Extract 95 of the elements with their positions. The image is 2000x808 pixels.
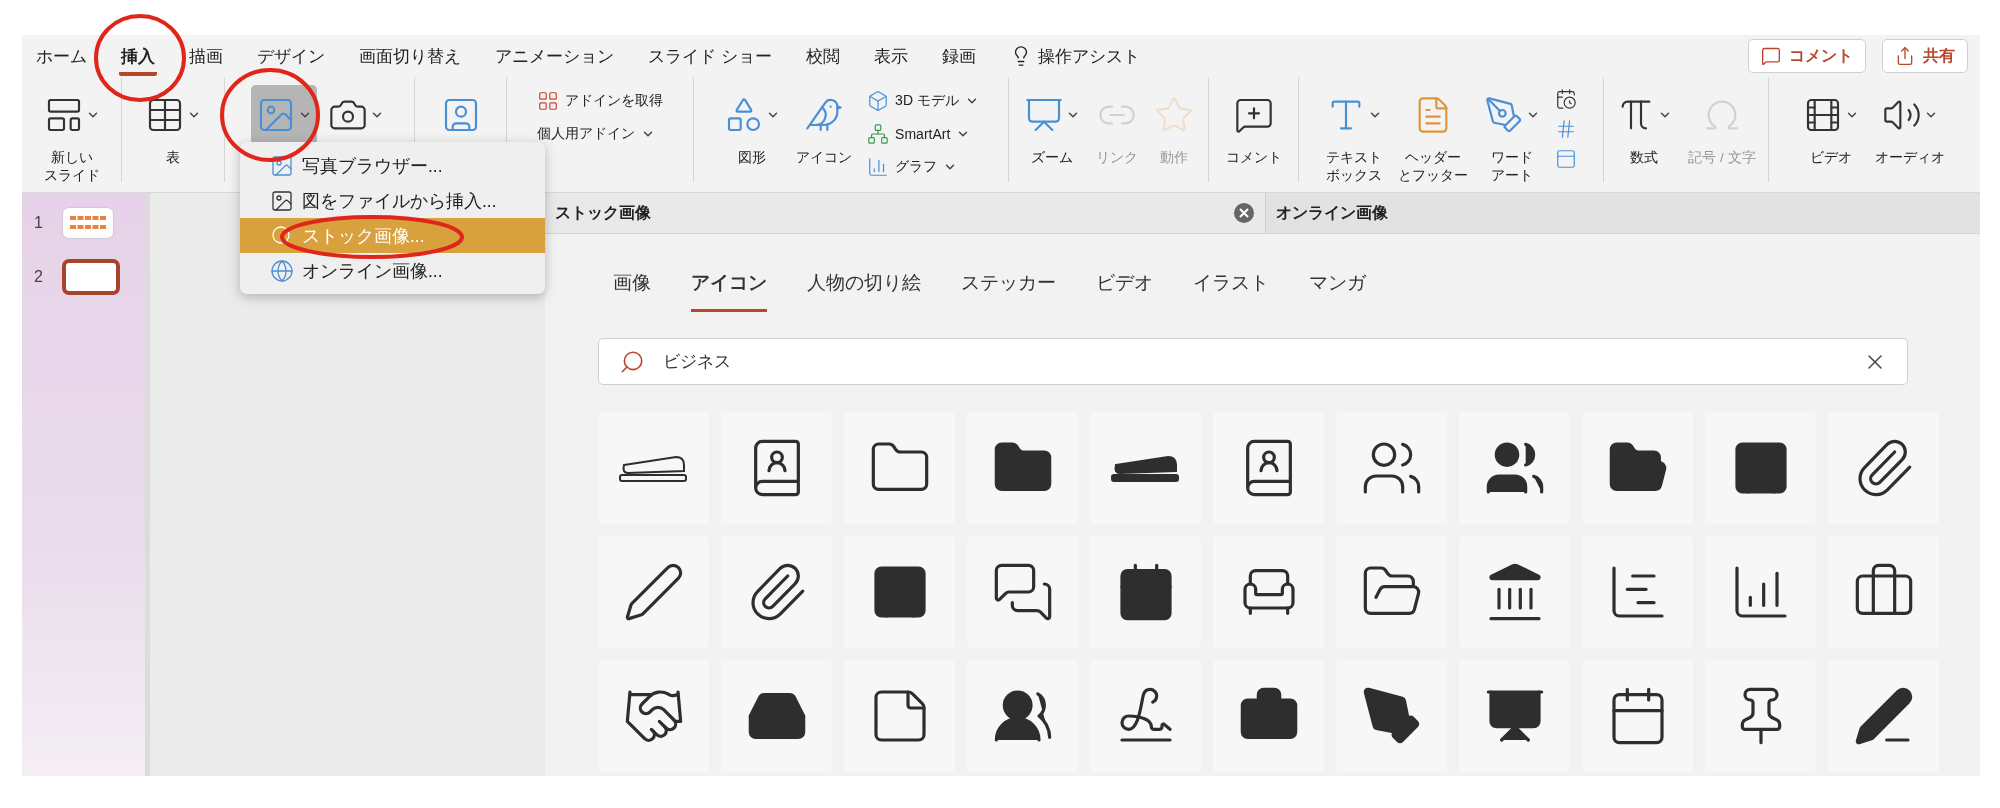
menu-tab[interactable]: ホーム [34, 36, 89, 76]
get-add-ins-button[interactable]: アドインを取得 [533, 85, 667, 116]
smartart-button[interactable]: SmartArt [863, 118, 983, 149]
icon-result[interactable] [1213, 412, 1324, 524]
equation-button[interactable]: 数式 [1611, 85, 1678, 169]
icon-result[interactable] [1828, 412, 1939, 524]
menu-tab[interactable]: 描画 [187, 36, 225, 76]
menu-tab[interactable]: 挿入 [119, 36, 157, 76]
add-in-icon [537, 89, 559, 112]
icon-result[interactable] [1090, 536, 1201, 648]
icon-result[interactable] [1459, 412, 1570, 524]
menu-item[interactable]: 写真ブラウザー... [240, 148, 545, 183]
menu-item[interactable]: 図をファイルから挿入... [240, 183, 545, 218]
icon-result[interactable] [967, 660, 1078, 772]
icon-result[interactable] [1828, 660, 1939, 772]
new-slide-button[interactable]: 新しい スライド [38, 85, 105, 187]
icon-result[interactable] [1336, 412, 1447, 524]
menu-tab[interactable]: 表示 [871, 36, 910, 76]
icon-result[interactable] [1705, 412, 1816, 524]
category-tab[interactable]: ステッカー [961, 260, 1056, 312]
icon-result[interactable] [1213, 660, 1324, 772]
video-button[interactable]: ビデオ [1798, 85, 1864, 169]
3d-models-button[interactable]: 3D モデル [863, 85, 983, 116]
icon-result[interactable] [967, 536, 1078, 648]
category-tab[interactable]: 画像 [613, 260, 651, 312]
icon-result[interactable] [1582, 536, 1693, 648]
speech-bubble-icon [1761, 46, 1781, 66]
icon-result[interactable] [1336, 660, 1447, 772]
icon-result[interactable] [1336, 536, 1447, 648]
word-art-button[interactable]: ワード アート [1479, 85, 1545, 187]
icon-result[interactable] [1705, 536, 1816, 648]
picture-file-icon [270, 188, 294, 213]
share-icon [1895, 46, 1915, 66]
chart-button[interactable]: グラフ [863, 151, 983, 182]
slide-number: 2 [34, 268, 44, 286]
category-tab[interactable]: マンガ [1309, 260, 1366, 312]
comment-button[interactable]: コメント [1748, 39, 1866, 73]
menu-tab[interactable]: 録画 [939, 36, 978, 76]
icon-result[interactable] [721, 412, 832, 524]
online-picture-icon [270, 258, 294, 283]
slide-content-drawing [68, 214, 108, 232]
icon-result[interactable] [1459, 536, 1570, 648]
table-button[interactable]: 表 [140, 85, 206, 169]
my-add-ins-button[interactable]: 個人用アドイン [533, 118, 667, 149]
menu-tab[interactable]: アニメーション [493, 36, 616, 76]
icon-result[interactable] [1828, 536, 1939, 648]
menu-tab[interactable]: スライド ショー [646, 36, 774, 76]
calendar-clock-icon [1555, 88, 1577, 110]
icon-result[interactable] [1090, 412, 1201, 524]
close-icon[interactable] [1233, 202, 1255, 224]
zoom-button[interactable]: ズーム [1018, 85, 1085, 169]
icon-result[interactable] [1705, 660, 1816, 772]
audio-button[interactable]: オーディオ [1870, 85, 1950, 169]
pane-tab[interactable]: オンライン画像 [1265, 193, 1980, 234]
icon-result[interactable] [844, 536, 955, 648]
icon-result[interactable] [1582, 660, 1693, 772]
tell-me-button[interactable]: 操作アシスト [1007, 36, 1142, 76]
slide-number: 1 [34, 214, 44, 232]
chart-icon [867, 155, 890, 178]
menu-tab[interactable]: 校閲 [803, 36, 842, 76]
icon-result[interactable] [721, 660, 832, 772]
smartart-icon [867, 122, 890, 145]
search-field[interactable]: ビジネス [598, 338, 1908, 385]
menu-item[interactable]: オンライン画像... [240, 253, 545, 288]
text-box-button[interactable]: テキスト ボックス [1321, 85, 1387, 187]
menu-tab[interactable]: デザイン [255, 36, 327, 76]
object-icon [1555, 148, 1577, 170]
pane-tab[interactable]: ストック画像 [545, 193, 1265, 234]
icon-result[interactable] [1582, 412, 1693, 524]
category-tab[interactable]: イラスト [1193, 260, 1269, 312]
category-tab[interactable]: ビデオ [1096, 260, 1153, 312]
comment-button[interactable]: コメント [1220, 85, 1287, 169]
share-button[interactable]: 共有 [1882, 39, 1968, 73]
icon-result[interactable] [721, 536, 832, 648]
picture-icon [270, 153, 294, 178]
header-footer-button[interactable]: ヘッダー とフッター [1393, 85, 1473, 187]
icon-result[interactable] [844, 412, 955, 524]
slide-number-icon [1555, 118, 1577, 140]
icon-result[interactable] [598, 536, 709, 648]
icon-result[interactable] [844, 660, 955, 772]
category-tab[interactable]: アイコン [691, 260, 767, 312]
icon-result[interactable] [598, 660, 709, 772]
picture-button[interactable] [250, 85, 317, 145]
icon-result[interactable] [967, 412, 1078, 524]
menu-tab[interactable]: 画面切り替え [357, 36, 463, 76]
slide-thumbnail[interactable] [62, 259, 120, 295]
icon-result[interactable] [1459, 660, 1570, 772]
cube-icon [867, 89, 890, 112]
icon-result[interactable] [1090, 660, 1201, 772]
shapes-button[interactable]: 図形 [719, 85, 786, 169]
icon-result[interactable] [598, 412, 709, 524]
category-tab[interactable]: 人物の切り絵 [807, 260, 921, 312]
word-art-icon [1484, 95, 1524, 135]
icon-result[interactable] [1213, 536, 1324, 648]
icons-button[interactable]: アイコン [791, 85, 858, 169]
